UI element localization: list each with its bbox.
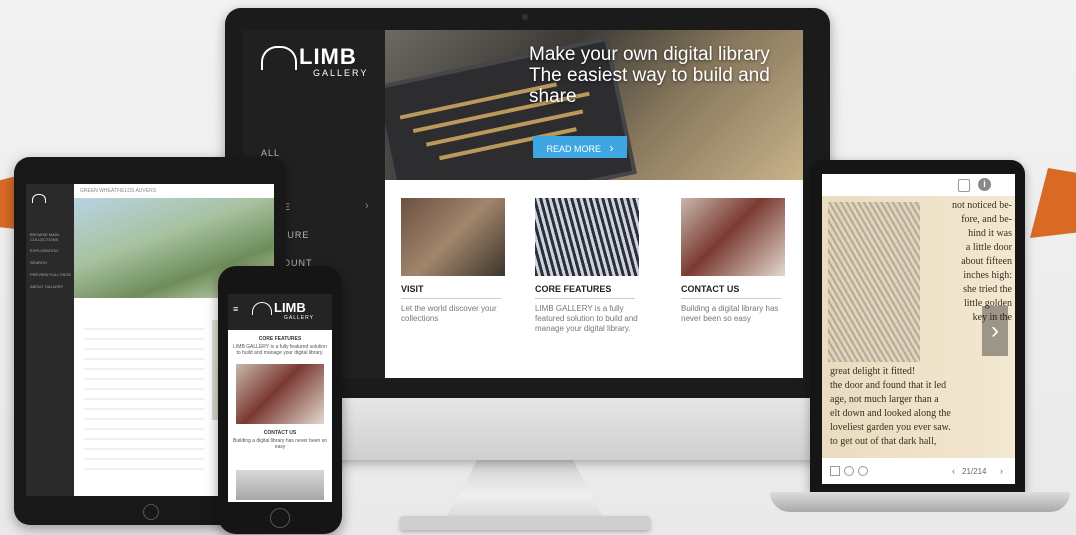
imac-camera	[522, 14, 528, 20]
book-text-line: to get out of that dark hall,	[830, 436, 937, 447]
phone-bottom-image	[236, 470, 324, 500]
tablet-side-item[interactable]: PREVIEW FULL PAGE	[30, 272, 71, 277]
grid-icon[interactable]	[830, 466, 840, 476]
tablet-side-item[interactable]: BROWSE MAIN COLLECTIONS	[30, 232, 74, 242]
feature-text: Building a digital library has never bee…	[681, 304, 779, 323]
reader-bottom-bar: ‹ 21/214 ›	[822, 458, 1015, 484]
feature-divider	[401, 298, 501, 299]
book-text-line: fore, and be-	[961, 214, 1012, 225]
rotate-icon[interactable]	[858, 466, 868, 476]
cloud-logo-icon	[252, 302, 272, 315]
page-indicator: 21/214	[962, 467, 987, 476]
tablet-sidebar: BROWSE MAIN COLLECTIONS EXPLORATION SEAR…	[26, 184, 74, 496]
tablet-home-button	[143, 504, 159, 520]
book-text-line: hind it was	[968, 228, 1012, 239]
logo-word: LIMB	[274, 300, 306, 315]
imac-stand	[440, 450, 610, 525]
chevron-right-icon: ›	[609, 141, 614, 155]
cloud-logo-icon	[261, 46, 297, 70]
feature-visit[interactable]: VISIT Let the world discover your collec…	[401, 198, 505, 324]
laptop-screen: i not noticed be- fore, and be- hind it …	[822, 174, 1015, 484]
zoom-icon[interactable]	[844, 466, 854, 476]
book-text-line: age, not much larger than a	[830, 394, 939, 405]
read-more-label: READ MORE	[546, 144, 601, 154]
book-text-line: great delight it fitted!	[830, 366, 916, 377]
tablet-topbar: GREEN WHEATFIELDS AUVERS	[74, 184, 274, 198]
tablet-side-item[interactable]: EXPLORATION	[30, 248, 58, 253]
laptop-base	[770, 492, 1070, 512]
tablet-details	[84, 320, 204, 470]
phone-section-text: LIMB GALLERY is a fully featured solutio…	[233, 344, 327, 356]
logo-sub: GALLERY	[313, 68, 369, 78]
phone-screen: ≡ LIMB GALLERY CORE FEATURES LIMB GALLER…	[228, 294, 332, 502]
contact-image	[681, 198, 785, 276]
phone-section-text: Building a digital library has never bee…	[233, 438, 327, 450]
book-text-line: about fifteen	[961, 256, 1012, 267]
feature-divider	[535, 298, 635, 299]
cloud-logo-icon	[32, 194, 46, 203]
orange-wing-right	[1030, 168, 1076, 238]
book-text-line: the door and found that it led	[830, 380, 947, 391]
phone-section-title: CORE FEATURES	[258, 336, 302, 342]
book-text-line: she tried the	[963, 284, 1012, 295]
feature-title: CONTACT US	[681, 284, 740, 294]
book-page: not noticed be- fore, and be- hind it wa…	[822, 196, 1015, 458]
feature-text: Let the world discover your collections	[401, 304, 497, 323]
imac-base	[400, 516, 650, 530]
book-text-line: elt down and looked along the	[830, 408, 951, 419]
prev-page-icon[interactable]: ‹	[952, 466, 955, 476]
book-text-line: a little door	[965, 242, 1012, 253]
core-features-image	[535, 198, 639, 276]
next-small-icon[interactable]: ›	[1000, 466, 1003, 476]
book-text-line: not noticed be-	[952, 200, 1012, 211]
tablet-side-item[interactable]: ABOUT GALLERY	[30, 284, 63, 289]
logo-word: LIMB	[299, 44, 357, 69]
phone-home-button	[270, 508, 290, 528]
menu-icon[interactable]: ≡	[233, 304, 238, 314]
feature-text: LIMB GALLERY is a fully featured solutio…	[535, 304, 638, 333]
tablet-title: GREEN WHEATFIELDS AUVERS	[80, 188, 157, 194]
feature-divider	[681, 298, 781, 299]
feature-title: VISIT	[401, 284, 424, 294]
next-page-icon[interactable]: ›	[982, 306, 1008, 356]
info-icon[interactable]: i	[978, 178, 991, 191]
feature-contact[interactable]: CONTACT US Building a digital library ha…	[681, 198, 785, 324]
features-section: VISIT Let the world discover your collec…	[385, 180, 803, 378]
phone-section-title: CONTACT US	[263, 430, 297, 436]
phone-header: ≡ LIMB GALLERY	[228, 294, 332, 330]
contact-image	[236, 364, 324, 424]
book-text-line: inches high:	[963, 270, 1012, 281]
bookmark-icon[interactable]	[958, 179, 970, 192]
book-illustration	[828, 202, 920, 362]
chevron-right-icon: ›	[365, 200, 369, 212]
visit-image	[401, 198, 505, 276]
tablet-side-item[interactable]: SEARCH	[30, 260, 47, 265]
logo-sub: GALLERY	[284, 315, 314, 321]
book-text-line: loveliest garden you ever saw.	[830, 422, 951, 433]
hero-banner: Make your own digital library The easies…	[385, 30, 803, 180]
read-more-button[interactable]: READ MORE ›	[533, 136, 627, 158]
feature-core[interactable]: CORE FEATURES LIMB GALLERY is a fully fe…	[535, 198, 639, 334]
feature-title: CORE FEATURES	[535, 284, 612, 294]
reader-toolbar: i	[822, 174, 1015, 196]
hero-title: Make your own digital library The easies…	[529, 44, 770, 107]
